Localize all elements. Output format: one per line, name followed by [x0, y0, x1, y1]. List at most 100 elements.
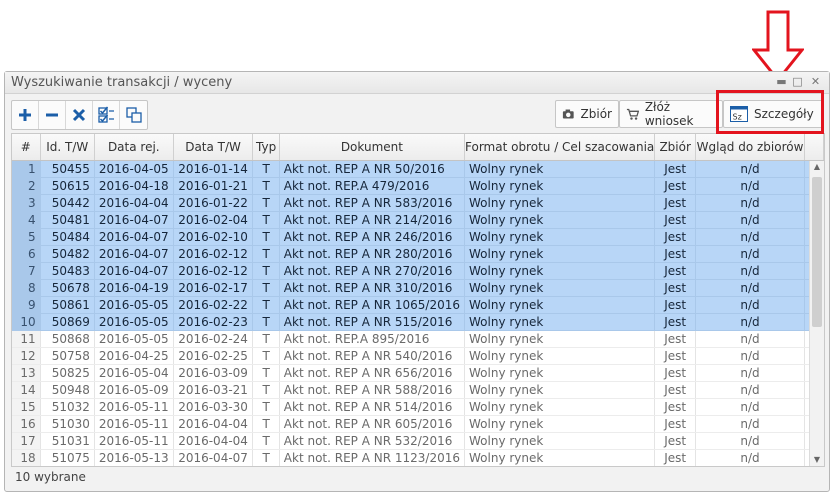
- table-row[interactable]: 10 50869 2016-05-05 2016-02-23 T Akt not. REP…: [12, 313, 824, 331]
- row-registration-date: 2016-05-13: [94, 449, 174, 466]
- row-document: Akt not. REP A NR 605/2016: [279, 415, 466, 433]
- row-id: 50482: [40, 245, 95, 263]
- row-registration-date: 2016-05-05: [94, 330, 174, 348]
- row-transaction-date: 2016-02-12: [173, 245, 254, 263]
- row-access: n/d: [695, 398, 805, 416]
- col-header-registration-date[interactable]: Data rej.: [94, 134, 174, 161]
- col-header-number[interactable]: #: [12, 134, 41, 161]
- copy-window-icon: [125, 107, 142, 123]
- table-row[interactable]: 17 51031 2016-05-11 2016-04-04 T Akt not. REP…: [12, 432, 824, 450]
- select-all-button[interactable]: [93, 101, 120, 129]
- col-header-type[interactable]: Typ: [252, 134, 280, 161]
- row-document: Akt not. REP A NR 310/2016: [279, 279, 466, 297]
- row-format: Wolny rynek: [464, 449, 656, 466]
- table-row[interactable]: 16 51030 2016-05-11 2016-04-04 T Akt not. REP…: [12, 415, 824, 433]
- table-row[interactable]: 18 51075 2016-05-13 2016-04-07 T Akt not. REP…: [12, 449, 824, 466]
- scroll-down-icon[interactable]: ▼: [810, 454, 824, 466]
- table-row[interactable]: 6 50482 2016-04-07 2016-02-12 T Akt not. REP …: [12, 245, 824, 263]
- table-row[interactable]: 8 50678 2016-04-19 2016-02-17 T Akt not. REP …: [12, 279, 824, 297]
- row-format: Wolny rynek: [464, 347, 656, 365]
- scroll-up-icon[interactable]: ▲: [810, 161, 824, 173]
- row-id: 50455: [40, 160, 95, 178]
- row-document: Akt not. REP A NR 246/2016: [279, 228, 466, 246]
- col-header-format[interactable]: Format obrotu / Cel szacowania: [464, 134, 656, 161]
- row-type: T: [252, 330, 280, 348]
- row-type: T: [252, 347, 280, 365]
- row-transaction-date: 2016-02-17: [173, 279, 254, 297]
- row-transaction-date: 2016-03-21: [173, 381, 254, 399]
- scrollbar-thumb[interactable]: [812, 177, 822, 327]
- row-id: 50442: [40, 194, 95, 212]
- table-row[interactable]: 15 51032 2016-05-11 2016-03-30 T Akt not. REP…: [12, 398, 824, 416]
- plus-icon: [19, 109, 31, 121]
- col-header-access[interactable]: Wgląd do zbiorów: [695, 134, 805, 161]
- row-registration-date: 2016-05-11: [94, 398, 174, 416]
- row-type: T: [252, 177, 280, 195]
- table-row[interactable]: 11 50868 2016-05-05 2016-02-24 T Akt not. REP…: [12, 330, 824, 348]
- row-registration-date: 2016-04-05: [94, 160, 174, 178]
- row-id: 51075: [40, 449, 95, 466]
- copy-window-button[interactable]: [120, 101, 147, 129]
- table-row[interactable]: 7 50483 2016-04-07 2016-02-12 T Akt not. REP …: [12, 262, 824, 280]
- zbior-button[interactable]: Zbiór: [555, 100, 619, 128]
- row-transaction-date: 2016-01-21: [173, 177, 254, 195]
- add-button[interactable]: [12, 101, 39, 129]
- minimize-icon[interactable]: ▬: [776, 76, 787, 87]
- row-document: Akt not. REP.A 479/2016: [279, 177, 466, 195]
- row-transaction-date: 2016-03-09: [173, 364, 254, 382]
- row-number: 12: [12, 347, 41, 365]
- row-document: Akt not. REP A NR 1065/2016: [279, 296, 466, 314]
- table-row[interactable]: 13 50825 2016-05-04 2016-03-09 T Akt not. REP…: [12, 364, 824, 382]
- col-header-transaction-date[interactable]: Data T/W: [173, 134, 254, 161]
- remove-button[interactable]: [39, 101, 66, 129]
- table-row[interactable]: 3 50442 2016-04-04 2016-01-22 T Akt not. REP …: [12, 194, 824, 212]
- col-header-zbior[interactable]: Zbiór: [654, 134, 697, 161]
- table-row[interactable]: 9 50861 2016-05-05 2016-02-22 T Akt not. REP …: [12, 296, 824, 314]
- clear-button[interactable]: [66, 101, 93, 129]
- row-access: n/d: [695, 330, 805, 348]
- row-id: 51030: [40, 415, 95, 433]
- row-zbior: Jest: [654, 194, 697, 212]
- col-header-document[interactable]: Dokument: [279, 134, 466, 161]
- row-format: Wolny rynek: [464, 415, 656, 433]
- row-registration-date: 2016-04-04: [94, 194, 174, 212]
- row-access: n/d: [695, 313, 805, 331]
- submit-request-button[interactable]: Złóż wniosek: [619, 100, 723, 128]
- row-transaction-date: 2016-04-04: [173, 432, 254, 450]
- toolbar: Zbiór Złóż wniosek Sz Szczegóły: [5, 94, 829, 132]
- row-number: 15: [12, 398, 41, 416]
- col-header-id[interactable]: Id. T/W: [40, 134, 95, 161]
- row-id: 50481: [40, 211, 95, 229]
- row-transaction-date: 2016-02-10: [173, 228, 254, 246]
- row-format: Wolny rynek: [464, 364, 656, 382]
- row-transaction-date: 2016-04-07: [173, 449, 254, 466]
- row-document: Akt not. REP A NR 280/2016: [279, 245, 466, 263]
- row-registration-date: 2016-05-09: [94, 381, 174, 399]
- row-type: T: [252, 313, 280, 331]
- vertical-scrollbar[interactable]: ▲ ▼: [809, 161, 824, 466]
- row-registration-date: 2016-04-07: [94, 245, 174, 263]
- row-registration-date: 2016-05-05: [94, 296, 174, 314]
- row-registration-date: 2016-04-07: [94, 211, 174, 229]
- table-row[interactable]: 2 50615 2016-04-18 2016-01-21 T Akt not. REP.…: [12, 177, 824, 195]
- row-document: Akt not. REP.A 895/2016: [279, 330, 466, 348]
- table-row[interactable]: 14 50948 2016-05-09 2016-03-21 T Akt not. REP…: [12, 381, 824, 399]
- row-access: n/d: [695, 296, 805, 314]
- row-zbior: Jest: [654, 313, 697, 331]
- table-row[interactable]: 5 50484 2016-04-07 2016-02-10 T Akt not. REP …: [12, 228, 824, 246]
- table-row[interactable]: 4 50481 2016-04-07 2016-02-04 T Akt not. REP …: [12, 211, 824, 229]
- row-document: Akt not. REP A NR 1123/2016: [279, 449, 466, 466]
- window-title-bar[interactable]: Wyszukiwanie transakcji / wyceny ▬ □ ✕: [5, 72, 829, 94]
- table-row[interactable]: 12 50758 2016-04-25 2016-02-25 T Akt not. REP…: [12, 347, 824, 365]
- maximize-icon[interactable]: □: [792, 76, 803, 87]
- row-access: n/d: [695, 245, 805, 263]
- row-document: Akt not. REP A NR 540/2016: [279, 347, 466, 365]
- row-action-group: [11, 100, 148, 130]
- row-format: Wolny rynek: [464, 262, 656, 280]
- row-zbior: Jest: [654, 228, 697, 246]
- table-row[interactable]: 1 50455 2016-04-05 2016-01-14 T Akt not. REP …: [12, 160, 824, 178]
- close-window-icon[interactable]: ✕: [810, 76, 821, 87]
- row-access: n/d: [695, 211, 805, 229]
- row-transaction-date: 2016-03-30: [173, 398, 254, 416]
- row-registration-date: 2016-05-05: [94, 313, 174, 331]
